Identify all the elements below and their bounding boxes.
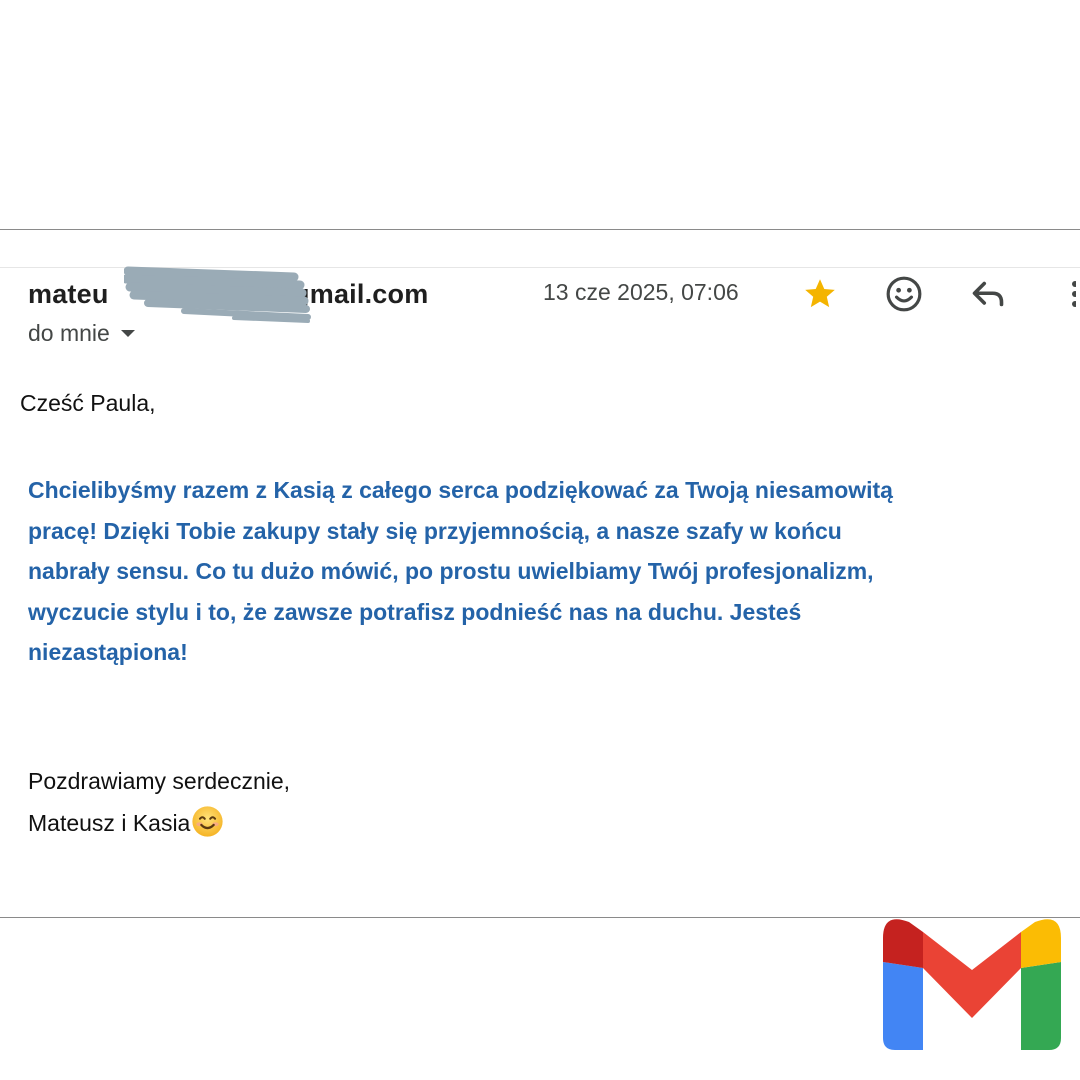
more-options-button[interactable]: [1060, 274, 1080, 314]
top-divider: [0, 229, 1080, 230]
recipient-label: do mnie: [28, 320, 110, 346]
email-date: 13 cze 2025, 07:06: [543, 279, 739, 305]
star-icon: [805, 279, 835, 308]
redaction-scribble: [124, 266, 311, 323]
star-button[interactable]: [800, 274, 840, 314]
message-line: niezastąpiona!: [28, 639, 188, 665]
gmail-logo: [883, 919, 1061, 1050]
smiling-face-icon: [192, 806, 223, 837]
reply-button[interactable]: [968, 274, 1008, 314]
sender-email-start: mateu: [28, 278, 109, 309]
caret-down-icon: [120, 329, 135, 337]
reply-icon: [972, 281, 1004, 307]
signature-line: Mateusz i Kasia: [28, 802, 290, 844]
greeting: Cześć Paula,: [20, 390, 156, 416]
sender-row: mateu @gmail.com: [28, 266, 428, 323]
closing-text: Pozdrawiamy serdecznie,: [28, 768, 291, 794]
message-line: nabrały sensu. Co tu dużo mówić, po pros…: [28, 558, 874, 584]
message-line: pracę! Dzięki Tobie zakupy stały się prz…: [28, 517, 842, 544]
message-line: wyczucie stylu i to, że zawsze potrafisz…: [28, 598, 802, 625]
closing-block: Pozdrawiamy serdecznie, Mateusz i Kasia: [28, 760, 290, 844]
emoji-icon: [886, 276, 922, 312]
message-body: Chcielibyśmy razem z Kasią z całego serc…: [28, 470, 1068, 673]
recipient-details-toggle[interactable]: do mnie: [28, 320, 136, 347]
sender-email[interactable]: mateu @gmail.com: [28, 266, 428, 323]
emoji-react-button[interactable]: [884, 272, 924, 316]
message-line: Chcielibyśmy razem z Kasią z całego serc…: [28, 477, 893, 503]
more-vert-icon: [1072, 281, 1076, 307]
signature-text: Mateusz i Kasia: [28, 810, 191, 836]
